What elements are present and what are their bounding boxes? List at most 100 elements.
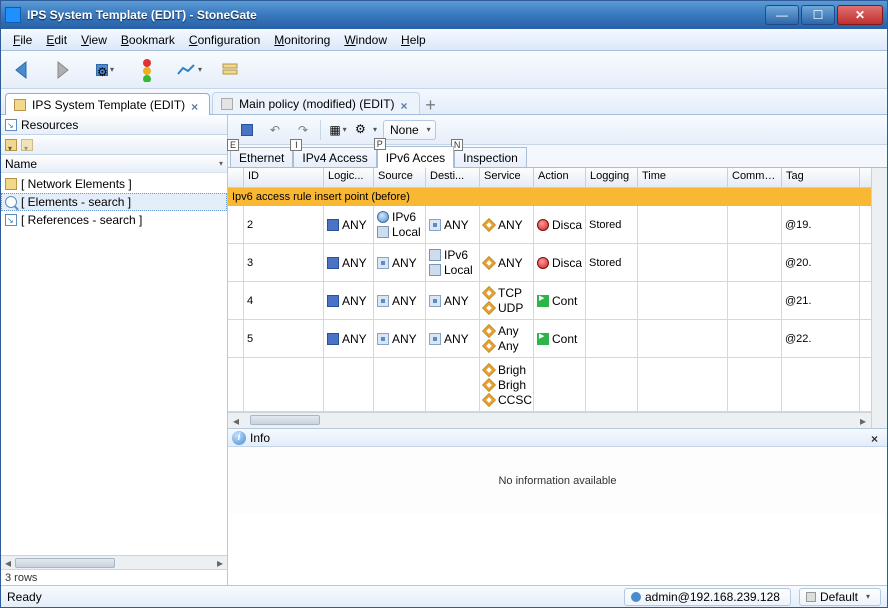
scroll-left-icon[interactable]: ◂ [228, 413, 244, 429]
folder-icon [5, 178, 17, 190]
table-row[interactable]: 4ANYANYANYTCPUDPCont@21. [228, 282, 871, 320]
doc-tab-label: IPS System Template (EDIT) [32, 98, 185, 112]
menu-file[interactable]: File [7, 31, 38, 49]
table-row[interactable]: BrighBrighCCSC [228, 358, 871, 412]
close-tab-icon[interactable]: × [191, 100, 201, 110]
tree-item-elements-search[interactable]: [ Elements - search ] [1, 193, 227, 211]
sidebar-column-header[interactable]: Name ▾ [1, 155, 227, 173]
content-area: Resources Name ▾ [ Network Elements ] [ … [1, 115, 887, 585]
info-icon: i [232, 431, 246, 445]
menubar: File Edit View Bookmark Configuration Mo… [1, 29, 887, 51]
rule-tabs: EEthernet IIPv4 Access PIPv6 Acces NInsp… [228, 145, 887, 167]
status-ready: Ready [7, 590, 616, 604]
tree-item-network-elements[interactable]: [ Network Elements ] [1, 175, 227, 193]
tab-ipv4-access[interactable]: IIPv4 Access [293, 147, 376, 167]
search-icon [5, 196, 17, 208]
col-action[interactable]: Action [534, 168, 586, 187]
tab-ipv6-access[interactable]: PIPv6 Acces [377, 146, 454, 168]
rules-toolbar: ↶ ↷ ▦ ⚙ None [228, 115, 887, 145]
save-button[interactable] [236, 119, 258, 141]
menu-help[interactable]: Help [395, 31, 432, 49]
scroll-right-icon[interactable]: ▸ [213, 556, 227, 570]
tree-item-references-search[interactable]: [ References - search ] [1, 211, 227, 229]
col-service[interactable]: Service [480, 168, 534, 187]
col-tag[interactable]: Tag [782, 168, 860, 187]
close-tab-icon[interactable]: × [401, 99, 411, 109]
filter-none-dropdown[interactable]: None [383, 120, 436, 140]
sidebar-title: Resources [21, 118, 78, 132]
status-user[interactable]: admin@192.168.239.128 [624, 588, 791, 606]
titlebar[interactable]: IPS System Template (EDIT) - StoneGate —… [1, 1, 887, 29]
close-info-button[interactable]: × [871, 432, 883, 444]
doc-icon [221, 98, 233, 110]
undo-button[interactable]: ↶ [264, 119, 286, 141]
table-row[interactable]: 2ANYIPv6LocalANYANYDiscaStored@19. [228, 206, 871, 244]
doc-tab-ips-template[interactable]: IPS System Template (EDIT) × [5, 93, 210, 115]
col-destination[interactable]: Desti... [426, 168, 480, 187]
select-mode-dropdown[interactable]: ▦ [327, 119, 349, 141]
main-toolbar: ⚙ [1, 51, 887, 89]
stack-button[interactable] [213, 55, 249, 85]
table-row[interactable]: 3ANYANYIPv6LocalANYDiscaStored@20. [228, 244, 871, 282]
tools-dropdown[interactable]: ⚙ [87, 55, 123, 85]
col-time[interactable]: Time [638, 168, 728, 187]
scroll-thumb[interactable] [250, 415, 320, 425]
chart-dropdown[interactable] [171, 55, 207, 85]
menu-configuration[interactable]: Configuration [183, 31, 266, 49]
app-window: IPS System Template (EDIT) - StoneGate —… [0, 0, 888, 608]
status-button[interactable] [129, 55, 165, 85]
scroll-thumb[interactable] [15, 558, 115, 568]
menu-window[interactable]: Window [338, 31, 393, 49]
rules-grid: ID Logic... Source Desti... Service Acti… [228, 167, 887, 585]
nav-back-button[interactable] [7, 55, 41, 85]
redo-button[interactable]: ↷ [292, 119, 314, 141]
menu-view[interactable]: View [75, 31, 113, 49]
col-id[interactable]: ID [244, 168, 324, 187]
doc-icon [14, 99, 26, 111]
nav-forward-button[interactable] [47, 55, 81, 85]
main-panel: ↶ ↷ ▦ ⚙ None EEthernet IIPv4 Access PIPv… [228, 115, 887, 585]
close-button[interactable]: ✕ [837, 5, 883, 25]
col-source[interactable]: Source [374, 168, 426, 187]
menu-edit[interactable]: Edit [40, 31, 73, 49]
sidebar-h-scrollbar[interactable]: ◂ ▸ [1, 555, 227, 569]
insert-point-row[interactable]: Ipv6 access rule insert point (before) [228, 188, 871, 206]
grid-v-scrollbar[interactable] [871, 168, 887, 428]
sidebar-toolbar [1, 135, 227, 155]
sidebar-row-count: 3 rows [1, 569, 227, 585]
doc-tab-main-policy[interactable]: Main policy (modified) (EDIT) × [212, 92, 419, 114]
profile-icon [806, 592, 816, 602]
menu-bookmark[interactable]: Bookmark [115, 31, 181, 49]
info-title: Info [250, 431, 270, 445]
tab-ethernet[interactable]: EEthernet [230, 147, 293, 167]
info-header: i Info × [228, 429, 887, 447]
scroll-left-icon[interactable]: ◂ [1, 556, 15, 570]
sidebar-folder2-dropdown[interactable] [21, 139, 33, 151]
add-tab-button[interactable]: + [422, 96, 440, 114]
info-body: No information available [228, 447, 887, 514]
minimize-button[interactable]: — [765, 5, 799, 25]
doc-tab-label: Main policy (modified) (EDIT) [239, 97, 394, 111]
sidebar-tree: [ Network Elements ] [ Elements - search… [1, 173, 227, 555]
window-title: IPS System Template (EDIT) - StoneGate [27, 8, 765, 22]
grid-h-scrollbar[interactable]: ◂ ▸ [228, 412, 871, 428]
references-icon [5, 214, 17, 226]
table-row[interactable]: 5ANYANYANYAnyAnyCont@22. [228, 320, 871, 358]
sidebar-header: Resources [1, 115, 227, 135]
sidebar-folder-dropdown[interactable] [5, 139, 17, 151]
maximize-button[interactable]: ☐ [801, 5, 835, 25]
status-profile-dropdown[interactable]: Default [799, 588, 881, 606]
tab-inspection[interactable]: NInspection [454, 147, 527, 167]
resources-icon [5, 119, 17, 131]
statusbar: Ready admin@192.168.239.128 Default [1, 585, 887, 607]
app-icon [5, 7, 21, 23]
col-comment[interactable]: Comment [728, 168, 782, 187]
col-logging[interactable]: Logging [586, 168, 638, 187]
grid-header[interactable]: ID Logic... Source Desti... Service Acti… [228, 168, 871, 188]
info-panel: i Info × No information available [228, 428, 887, 514]
scroll-right-icon[interactable]: ▸ [855, 413, 871, 429]
sidebar: Resources Name ▾ [ Network Elements ] [ … [1, 115, 228, 585]
menu-monitoring[interactable]: Monitoring [268, 31, 336, 49]
document-tabs: IPS System Template (EDIT) × Main policy… [1, 89, 887, 115]
col-logic[interactable]: Logic... [324, 168, 374, 187]
